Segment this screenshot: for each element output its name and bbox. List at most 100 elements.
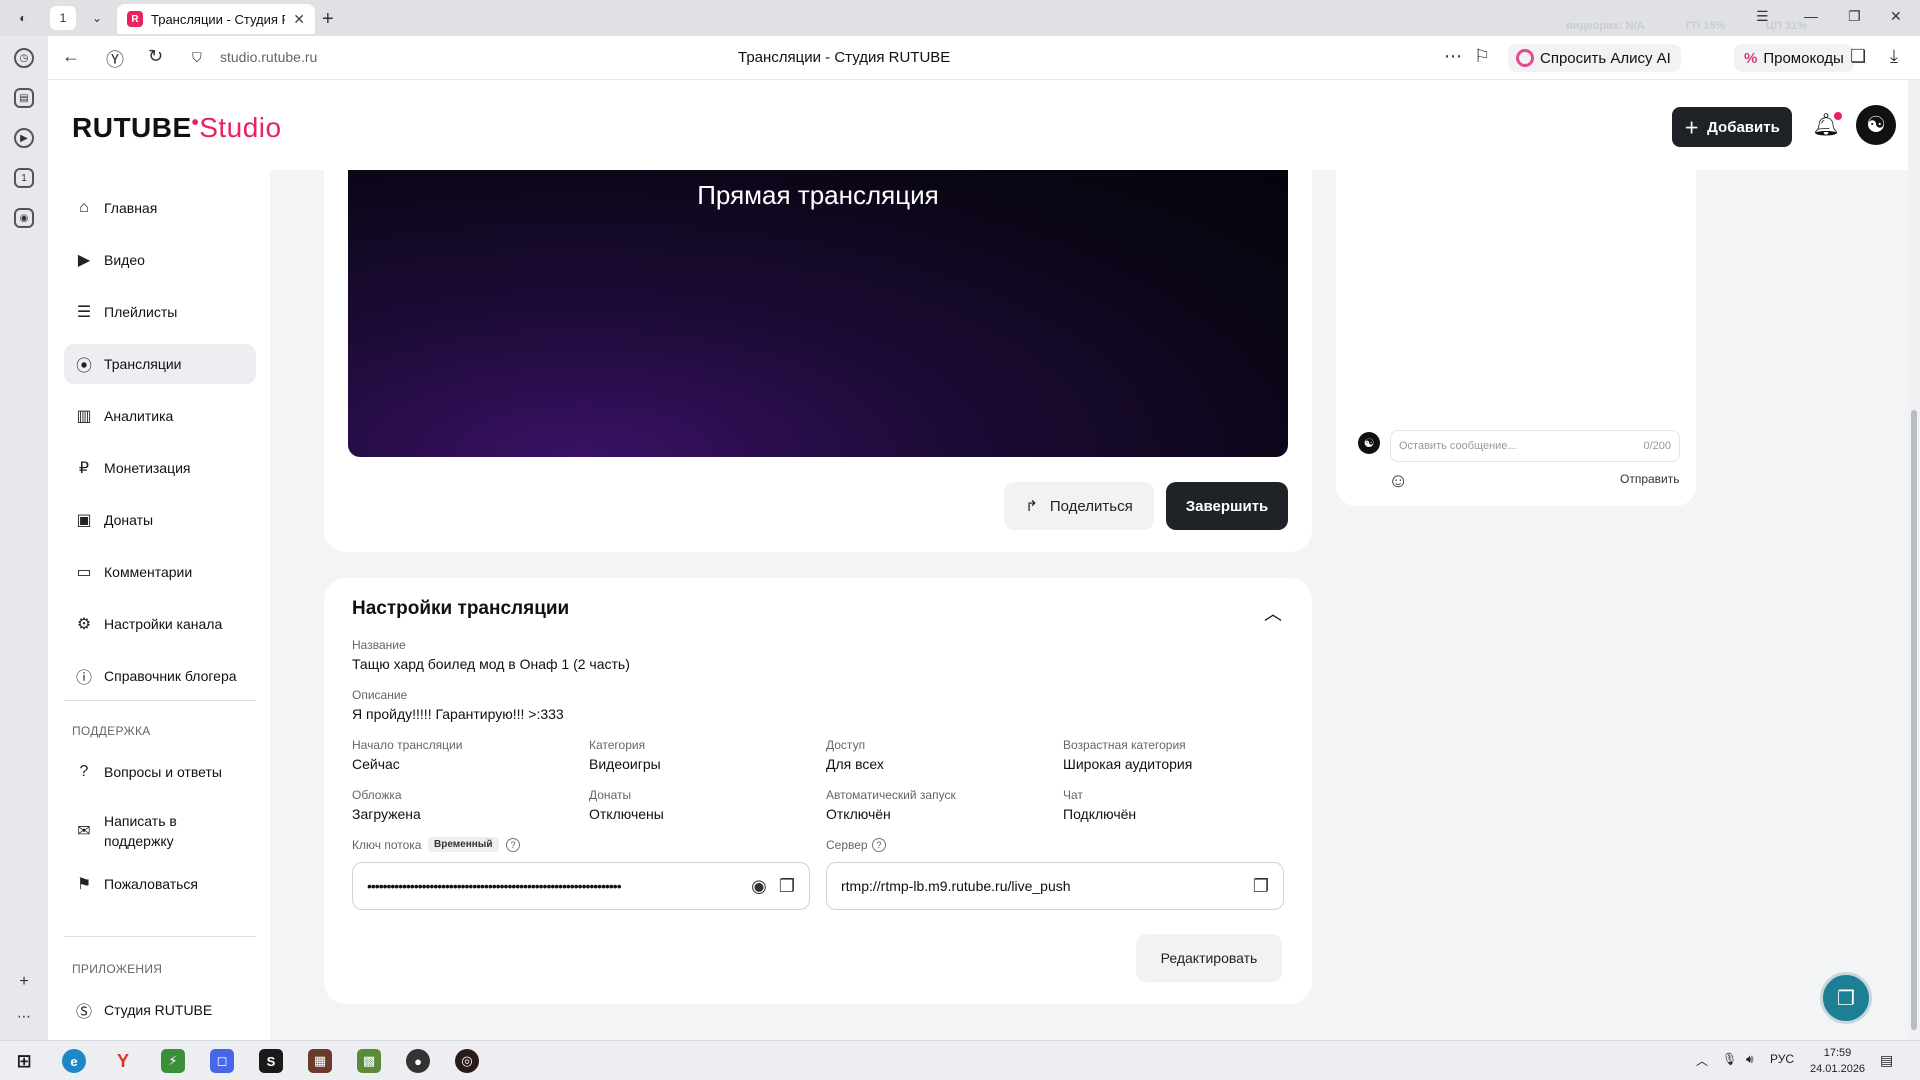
sidebar-item-home[interactable]: ⌂ Главная bbox=[64, 188, 256, 228]
collections-icon[interactable]: ▤ bbox=[14, 88, 34, 108]
tray-chevron-icon[interactable]: ︿ bbox=[1696, 1052, 1708, 1069]
chat-message-input[interactable]: Оставить сообщение... 0/200 bbox=[1390, 430, 1680, 462]
start-label: Начало трансляции bbox=[352, 738, 463, 752]
cover-value: Загружена bbox=[352, 806, 421, 822]
studio-app-icon: Ⓢ bbox=[75, 1004, 92, 1021]
alice-label: Спросить Алису AI bbox=[1540, 49, 1671, 67]
sidebar-item-playlists[interactable]: ☰ Плейлисты bbox=[64, 292, 256, 332]
sidebar-item-channel-settings[interactable]: ⚙ Настройки канала bbox=[64, 604, 256, 644]
chevron-down-icon[interactable]: ⌄ bbox=[84, 6, 110, 30]
app-icon[interactable]: ● bbox=[406, 1049, 430, 1073]
copy-icon[interactable]: ❐ bbox=[779, 876, 795, 897]
more-dots-icon[interactable]: ⋯ bbox=[1444, 46, 1462, 67]
active-tab[interactable]: R Трансляции - Студия R ✕ bbox=[117, 4, 315, 34]
sidebar-item-studio-app[interactable]: Ⓢ Студия RUTUBE bbox=[64, 990, 256, 1030]
back-icon[interactable]: ← bbox=[62, 46, 80, 67]
alice-icon bbox=[1516, 49, 1534, 67]
scrollbar-thumb[interactable] bbox=[1911, 410, 1917, 1030]
edit-button[interactable]: Редактировать bbox=[1136, 934, 1282, 982]
rutube-studio-logo[interactable]: RUTUBE•Studio bbox=[72, 112, 282, 144]
sidebar-item-comments[interactable]: ▭ Комментарии bbox=[64, 552, 256, 592]
sidebar-item-report[interactable]: ⚑ Пожаловаться bbox=[64, 864, 256, 904]
close-window-icon[interactable]: ✕ bbox=[1890, 8, 1902, 25]
number-one-icon[interactable]: 1 bbox=[14, 168, 34, 188]
windows-start-icon[interactable]: ⊞ bbox=[12, 1049, 36, 1073]
tab-counter[interactable]: 1 bbox=[50, 6, 76, 30]
history-icon[interactable]: ◷ bbox=[14, 48, 34, 68]
sidebar-item-broadcasts[interactable]: ⦿ Трансляции bbox=[64, 344, 256, 384]
access-label: Доступ bbox=[826, 738, 866, 752]
sidebar-item-monetization[interactable]: ₽ Монетизация bbox=[64, 448, 256, 488]
edge-icon[interactable]: e bbox=[62, 1049, 86, 1073]
notification-dot bbox=[1833, 112, 1842, 120]
video-player[interactable]: Прямая трансляция bbox=[348, 170, 1288, 457]
language-indicator[interactable]: РУС bbox=[1770, 1052, 1794, 1066]
sidebar-item-label: Написать в поддержку bbox=[104, 813, 177, 849]
server-label: Сервер bbox=[826, 838, 868, 852]
microphone-icon[interactable]: 🎙︎ bbox=[1722, 1052, 1737, 1066]
download-icon[interactable]: ⤓ bbox=[1890, 46, 1898, 67]
ask-alice-button[interactable]: Спросить Алису AI bbox=[1508, 44, 1681, 72]
rutube-favicon-icon: R bbox=[127, 11, 143, 27]
bookmark-icon[interactable]: ⚐ bbox=[1474, 46, 1490, 67]
promo-button[interactable]: % Промокоды bbox=[1734, 44, 1854, 72]
volume-icon[interactable]: 🔊︎ bbox=[1746, 1052, 1754, 1067]
question-icon: ? bbox=[79, 763, 89, 780]
access-value: Для всех bbox=[826, 756, 884, 772]
sidebar-item-video[interactable]: ▶ Видео bbox=[64, 240, 256, 280]
sidebar-item-analytics[interactable]: ▥ Аналитика bbox=[64, 396, 256, 436]
obs-icon[interactable]: ◎ bbox=[455, 1049, 479, 1073]
support-chat-icon[interactable]: ❐ bbox=[1820, 972, 1872, 1024]
url-text[interactable]: studio.rutube.ru bbox=[220, 49, 317, 65]
app-icon[interactable]: ◻ bbox=[210, 1049, 234, 1073]
add-button[interactable]: ＋ Добавить bbox=[1672, 107, 1792, 147]
minecraft-icon[interactable]: ▩ bbox=[357, 1049, 381, 1073]
tabs-icon[interactable]: ❏ bbox=[1850, 46, 1866, 67]
minimize-icon[interactable]: — bbox=[1804, 8, 1818, 24]
restore-icon[interactable]: ❐ bbox=[1848, 8, 1861, 25]
notifications-bell-icon[interactable]: 🔔︎ bbox=[1812, 112, 1842, 138]
close-tab-icon[interactable]: ✕ bbox=[293, 11, 305, 28]
sidebar-item-write-support[interactable]: ✉ Написать в поддержку bbox=[64, 806, 256, 856]
server-field[interactable]: rtmp://rtmp-lb.m9.rutube.ru/live_push ❐ bbox=[826, 862, 1284, 910]
sidebar-item-donats[interactable]: ▣ Донаты bbox=[64, 500, 256, 540]
eye-icon[interactable]: ◉ bbox=[751, 876, 767, 897]
end-broadcast-button[interactable]: Завершить bbox=[1166, 482, 1288, 530]
overlay-text: ГП 15% bbox=[1686, 20, 1726, 32]
clock[interactable]: 17:59 24.01.2026 bbox=[1810, 1045, 1865, 1077]
sidebar-item-blogger-guide[interactable]: ⓘ Справочник блогера bbox=[64, 656, 256, 696]
yandex-browser-icon[interactable]: Y bbox=[111, 1049, 135, 1073]
app-icon[interactable]: S bbox=[259, 1049, 283, 1073]
browser-menu-icon[interactable]: ◐ bbox=[10, 6, 36, 30]
game-icon[interactable]: ▦ bbox=[308, 1049, 332, 1073]
send-button[interactable]: Отправить bbox=[1620, 472, 1680, 486]
collapse-chevron-icon[interactable]: ︿ bbox=[1264, 600, 1282, 626]
reload-icon[interactable]: ↻ bbox=[148, 46, 163, 67]
tab-title: Трансляции - Студия R bbox=[151, 11, 286, 27]
yandex-icon[interactable]: Ⓨ bbox=[106, 46, 124, 72]
copy-icon[interactable]: ❐ bbox=[1253, 876, 1269, 897]
stream-key-field[interactable]: ••••••••••••••••••••••••••••••••••••••••… bbox=[352, 862, 810, 910]
app-icon[interactable]: ⚡ bbox=[161, 1049, 185, 1073]
ruble-icon: ₽ bbox=[78, 460, 90, 477]
more-icon[interactable]: ⋯ bbox=[14, 1006, 34, 1026]
help-icon[interactable]: ? bbox=[506, 838, 520, 852]
sidebar-item-label: Видео bbox=[104, 252, 145, 268]
info-icon: ⓘ bbox=[75, 670, 92, 687]
avatar[interactable]: ☯ bbox=[1856, 105, 1896, 145]
player-title: Прямая трансляция bbox=[697, 180, 939, 210]
page-scrollbar[interactable] bbox=[1908, 80, 1920, 1040]
sidebar-item-faq[interactable]: ? Вопросы и ответы bbox=[64, 752, 256, 792]
new-tab-icon[interactable]: + bbox=[322, 8, 334, 31]
play-icon[interactable]: ▶ bbox=[14, 128, 34, 148]
emoji-icon[interactable]: ☺ bbox=[1388, 470, 1408, 493]
share-button[interactable]: ↱ Поделиться bbox=[1004, 482, 1154, 530]
sidebar: ⌂ Главная ▶ Видео ☰ Плейлисты ⦿ Трансляц… bbox=[48, 170, 270, 1040]
add-panel-icon[interactable]: + bbox=[14, 972, 34, 992]
hamburger-icon[interactable]: ☰ bbox=[1756, 8, 1769, 25]
help-icon[interactable]: ? bbox=[872, 838, 886, 852]
notifications-icon[interactable]: ▤ bbox=[1880, 1052, 1893, 1069]
shield-icon[interactable]: ⛉ bbox=[192, 50, 202, 66]
screenshot-icon[interactable]: ◉ bbox=[14, 208, 34, 228]
cover-label: Обложка bbox=[352, 788, 402, 802]
